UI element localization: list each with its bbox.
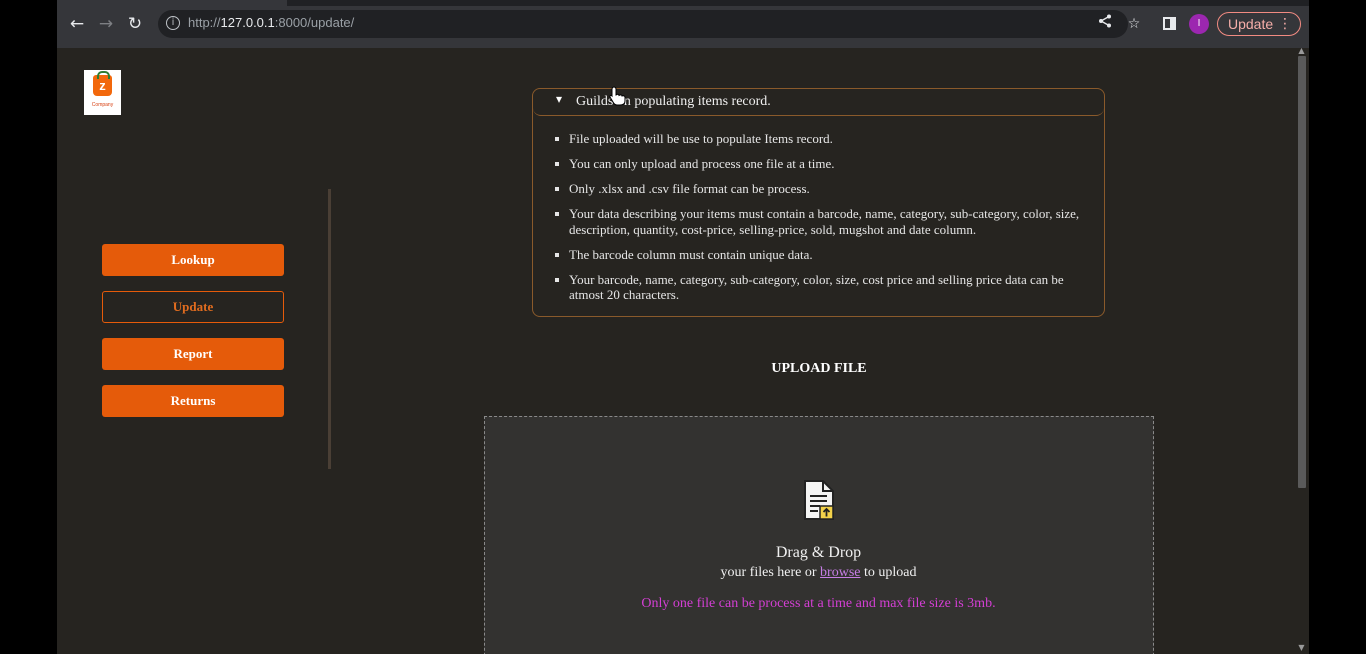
guide-title: Guilds on populating items record. — [576, 94, 771, 109]
reload-icon[interactable]: ↻ — [123, 12, 147, 36]
guide-panel: ▾ Guilds on populating items record. Fil… — [532, 88, 1105, 317]
logo-label: Company — [91, 102, 114, 108]
drag-drop-subtitle: your files here or browse to upload — [485, 565, 1152, 581]
back-icon[interactable]: ← — [65, 12, 89, 36]
url-prefix: http:// — [188, 15, 221, 30]
drag-drop-title: Drag & Drop — [775, 544, 862, 561]
address-bar[interactable]: i http://127.0.0.1:8000/update/ — [158, 10, 1128, 38]
scroll-thumb[interactable] — [1298, 56, 1306, 488]
guide-list: File uploaded will be use to populate It… — [555, 131, 1095, 312]
url-text[interactable]: http://127.0.0.1:8000/update/ — [188, 15, 354, 30]
browser-toolbar: ← → ↻ i http://127.0.0.1:8000/update/ ☆ … — [57, 0, 1309, 48]
drag-sub-before: your files here or — [720, 565, 821, 580]
share-icon[interactable] — [1095, 14, 1115, 34]
tab-strip — [287, 0, 1309, 6]
avatar[interactable]: I — [1189, 14, 1209, 34]
file-upload-icon — [804, 480, 834, 520]
upload-title: UPLOAD FILE — [771, 361, 867, 376]
browser-update-label: Update — [1228, 16, 1274, 32]
sidebar-divider — [328, 189, 331, 469]
sidebar-item-returns[interactable]: Returns — [102, 385, 284, 417]
browse-link[interactable]: browse — [820, 565, 860, 580]
file-dropzone[interactable]: Drag & Drop your files here or browse to… — [484, 416, 1154, 654]
scroll-down-arrow-icon[interactable]: ▼ — [1296, 644, 1307, 652]
shopping-bag-icon: z — [93, 71, 112, 96]
upload-note: Only one file can be process at a time a… — [641, 596, 996, 611]
star-icon[interactable]: ☆ — [1124, 14, 1144, 34]
scroll-up-arrow-icon[interactable]: ▲ — [1296, 47, 1307, 55]
sidebar-item-lookup[interactable]: Lookup — [102, 244, 284, 276]
chevron-down-icon: ▾ — [556, 92, 563, 106]
list-item: Your data describing your items must con… — [555, 206, 1095, 237]
company-logo[interactable]: z Company — [84, 70, 121, 115]
browser-update-button[interactable]: Update ⋮ — [1217, 12, 1301, 36]
browser-window: ← → ↻ i http://127.0.0.1:8000/update/ ☆ … — [57, 0, 1309, 654]
info-icon[interactable]: i — [166, 16, 180, 30]
side-panel-icon[interactable] — [1163, 17, 1176, 30]
list-item: The barcode column must contain unique d… — [555, 247, 1095, 263]
list-item: Only .xlsx and .csv file format can be p… — [555, 181, 1095, 197]
list-item: File uploaded will be use to populate It… — [555, 131, 1095, 147]
logo-mark: z — [99, 78, 106, 93]
url-path: :8000/update/ — [274, 15, 355, 30]
sidebar-item-update[interactable]: Update — [102, 291, 284, 323]
more-icon[interactable]: ⋮ — [1278, 13, 1292, 35]
forward-icon[interactable]: → — [94, 12, 118, 36]
list-item: You can only upload and process one file… — [555, 156, 1095, 172]
sidebar-item-report[interactable]: Report — [102, 338, 284, 370]
page-scrollbar[interactable]: ▲ ▼ — [1294, 47, 1309, 654]
drag-sub-after: to upload — [860, 565, 917, 580]
list-item: Your barcode, name, category, sub-catego… — [555, 272, 1095, 303]
url-host: 127.0.0.1 — [220, 15, 275, 30]
hand-cursor-icon — [609, 86, 626, 106]
page-content: z Company Lookup Update Report Returns ▾… — [57, 48, 1294, 654]
